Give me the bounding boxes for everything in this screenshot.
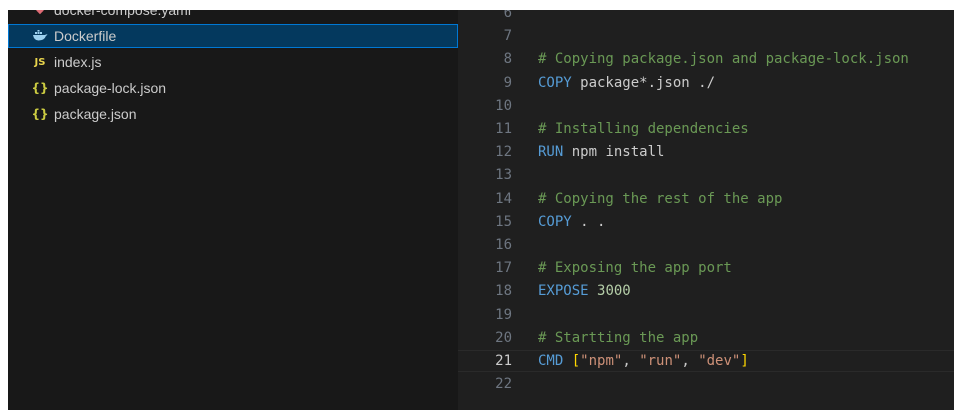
line-number: 9 <box>503 74 512 91</box>
token-bracket: ] <box>740 353 749 369</box>
code-line[interactable]: 13 <box>458 164 954 186</box>
code-text: # Installing dependencies <box>538 118 749 140</box>
code-line[interactable]: 14 # Copying the rest of the app <box>458 188 954 210</box>
line-number: 15 <box>495 213 512 230</box>
code-line[interactable]: 15 COPY . . <box>458 211 954 233</box>
code-text: # Exposing the app port <box>538 257 732 279</box>
code-line[interactable]: 17 # Exposing the app port <box>458 257 954 279</box>
token-text: npm install <box>563 144 665 161</box>
file-item-package-lock-json[interactable]: {} package-lock.json <box>8 76 458 100</box>
vscode-window: ◆ docker-compose.yaml Dockerfile JS index.js… <box>0 0 954 410</box>
file-label: docker-compose.yaml <box>54 10 191 18</box>
json-file-icon: {} <box>31 107 49 121</box>
code-line[interactable]: 11 # Installing dependencies <box>458 118 954 140</box>
explorer-file-tree: ◆ docker-compose.yaml Dockerfile JS index.js… <box>8 10 458 410</box>
code-line[interactable]: 18 EXPOSE 3000 <box>458 280 954 302</box>
token-comment: # Copying the rest of the app <box>538 190 783 207</box>
file-item-package-json[interactable]: {} package.json <box>8 102 458 126</box>
token-keyword: RUN <box>538 144 564 161</box>
token-string: "dev" <box>698 353 741 369</box>
line-number: 13 <box>495 167 512 184</box>
token-comment: # Installing dependencies <box>538 121 749 137</box>
line-number: 17 <box>495 260 512 277</box>
line-number: 8 <box>503 51 512 68</box>
code-line[interactable]: 19 <box>458 304 954 326</box>
line-number: 19 <box>495 306 512 323</box>
line-number: 6 <box>503 10 512 21</box>
file-item-docker-compose-yaml[interactable]: ◆ docker-compose.yaml <box>8 10 458 22</box>
line-number: 21 <box>495 353 512 369</box>
code-line[interactable]: 20 # Startting the app <box>458 327 954 349</box>
code-text: EXPOSE 3000 <box>538 280 631 302</box>
code-line[interactable]: 6 <box>458 10 954 24</box>
token-keyword: EXPOSE <box>538 283 589 300</box>
token-comment: # Copying package.json and package-lock.… <box>538 51 909 68</box>
code-text: COPY . . <box>538 211 605 233</box>
code-line[interactable]: 10 <box>458 95 954 117</box>
code-line[interactable]: 22 <box>458 373 954 395</box>
token-text: , <box>622 353 640 369</box>
code-line[interactable]: 21 CMD ["npm", "run", "dev"] <box>458 350 954 372</box>
line-number: 7 <box>503 28 512 45</box>
file-label: Dockerfile <box>54 28 117 44</box>
code-text: RUN npm install <box>538 141 664 163</box>
token-string: "run" <box>639 353 682 369</box>
code-line[interactable]: 7 <box>458 25 954 47</box>
token-text: package*.json ./ <box>571 74 716 91</box>
token-keyword: COPY <box>538 74 572 91</box>
file-item-index-js[interactable]: JS index.js <box>8 50 458 74</box>
json-file-icon: {} <box>31 81 49 95</box>
token-comment: # Exposing the app port <box>538 260 732 277</box>
line-number: 22 <box>495 376 512 393</box>
js-file-icon: JS <box>34 56 46 68</box>
token-number: 3000 <box>597 283 631 300</box>
code-editor[interactable]: 6 7 8 # Copying package.json and package-lo… <box>458 10 954 410</box>
line-number: 20 <box>495 329 512 346</box>
code-line[interactable]: 8 # Copying package.json and package-lock… <box>458 48 954 70</box>
code-line[interactable]: 16 <box>458 234 954 256</box>
token-text: , <box>681 353 699 369</box>
code-line[interactable]: 12 RUN npm install <box>458 141 954 163</box>
token-bracket: [ <box>571 353 581 369</box>
token-keyword: CMD <box>538 353 564 369</box>
file-label: package.json <box>54 106 137 122</box>
code-text: # Copying the rest of the app <box>538 188 782 210</box>
line-number: 10 <box>495 97 512 114</box>
line-number: 11 <box>495 121 512 137</box>
file-label: index.js <box>54 54 102 70</box>
token-text: . . <box>571 213 606 230</box>
code-line[interactable]: 9 COPY package*.json ./ <box>458 72 954 94</box>
code-text: CMD ["npm", "run", "dev"] <box>538 351 749 371</box>
code-text: # Startting the app <box>538 327 698 349</box>
docker-compose-icon: ◆ <box>36 10 44 16</box>
line-number: 14 <box>495 190 512 207</box>
line-number: 16 <box>495 237 512 253</box>
token-comment: # Startting the app <box>538 329 699 346</box>
code-text: COPY package*.json ./ <box>538 72 715 94</box>
docker-whale-icon <box>32 30 48 42</box>
line-number: 12 <box>495 144 512 161</box>
token-keyword: COPY <box>538 213 572 230</box>
file-item-dockerfile[interactable]: Dockerfile <box>8 24 458 48</box>
token-string: "npm" <box>580 353 623 369</box>
file-label: package-lock.json <box>54 80 167 96</box>
line-number: 18 <box>495 283 512 300</box>
code-text: # Copying package.json and package-lock.… <box>538 48 909 70</box>
